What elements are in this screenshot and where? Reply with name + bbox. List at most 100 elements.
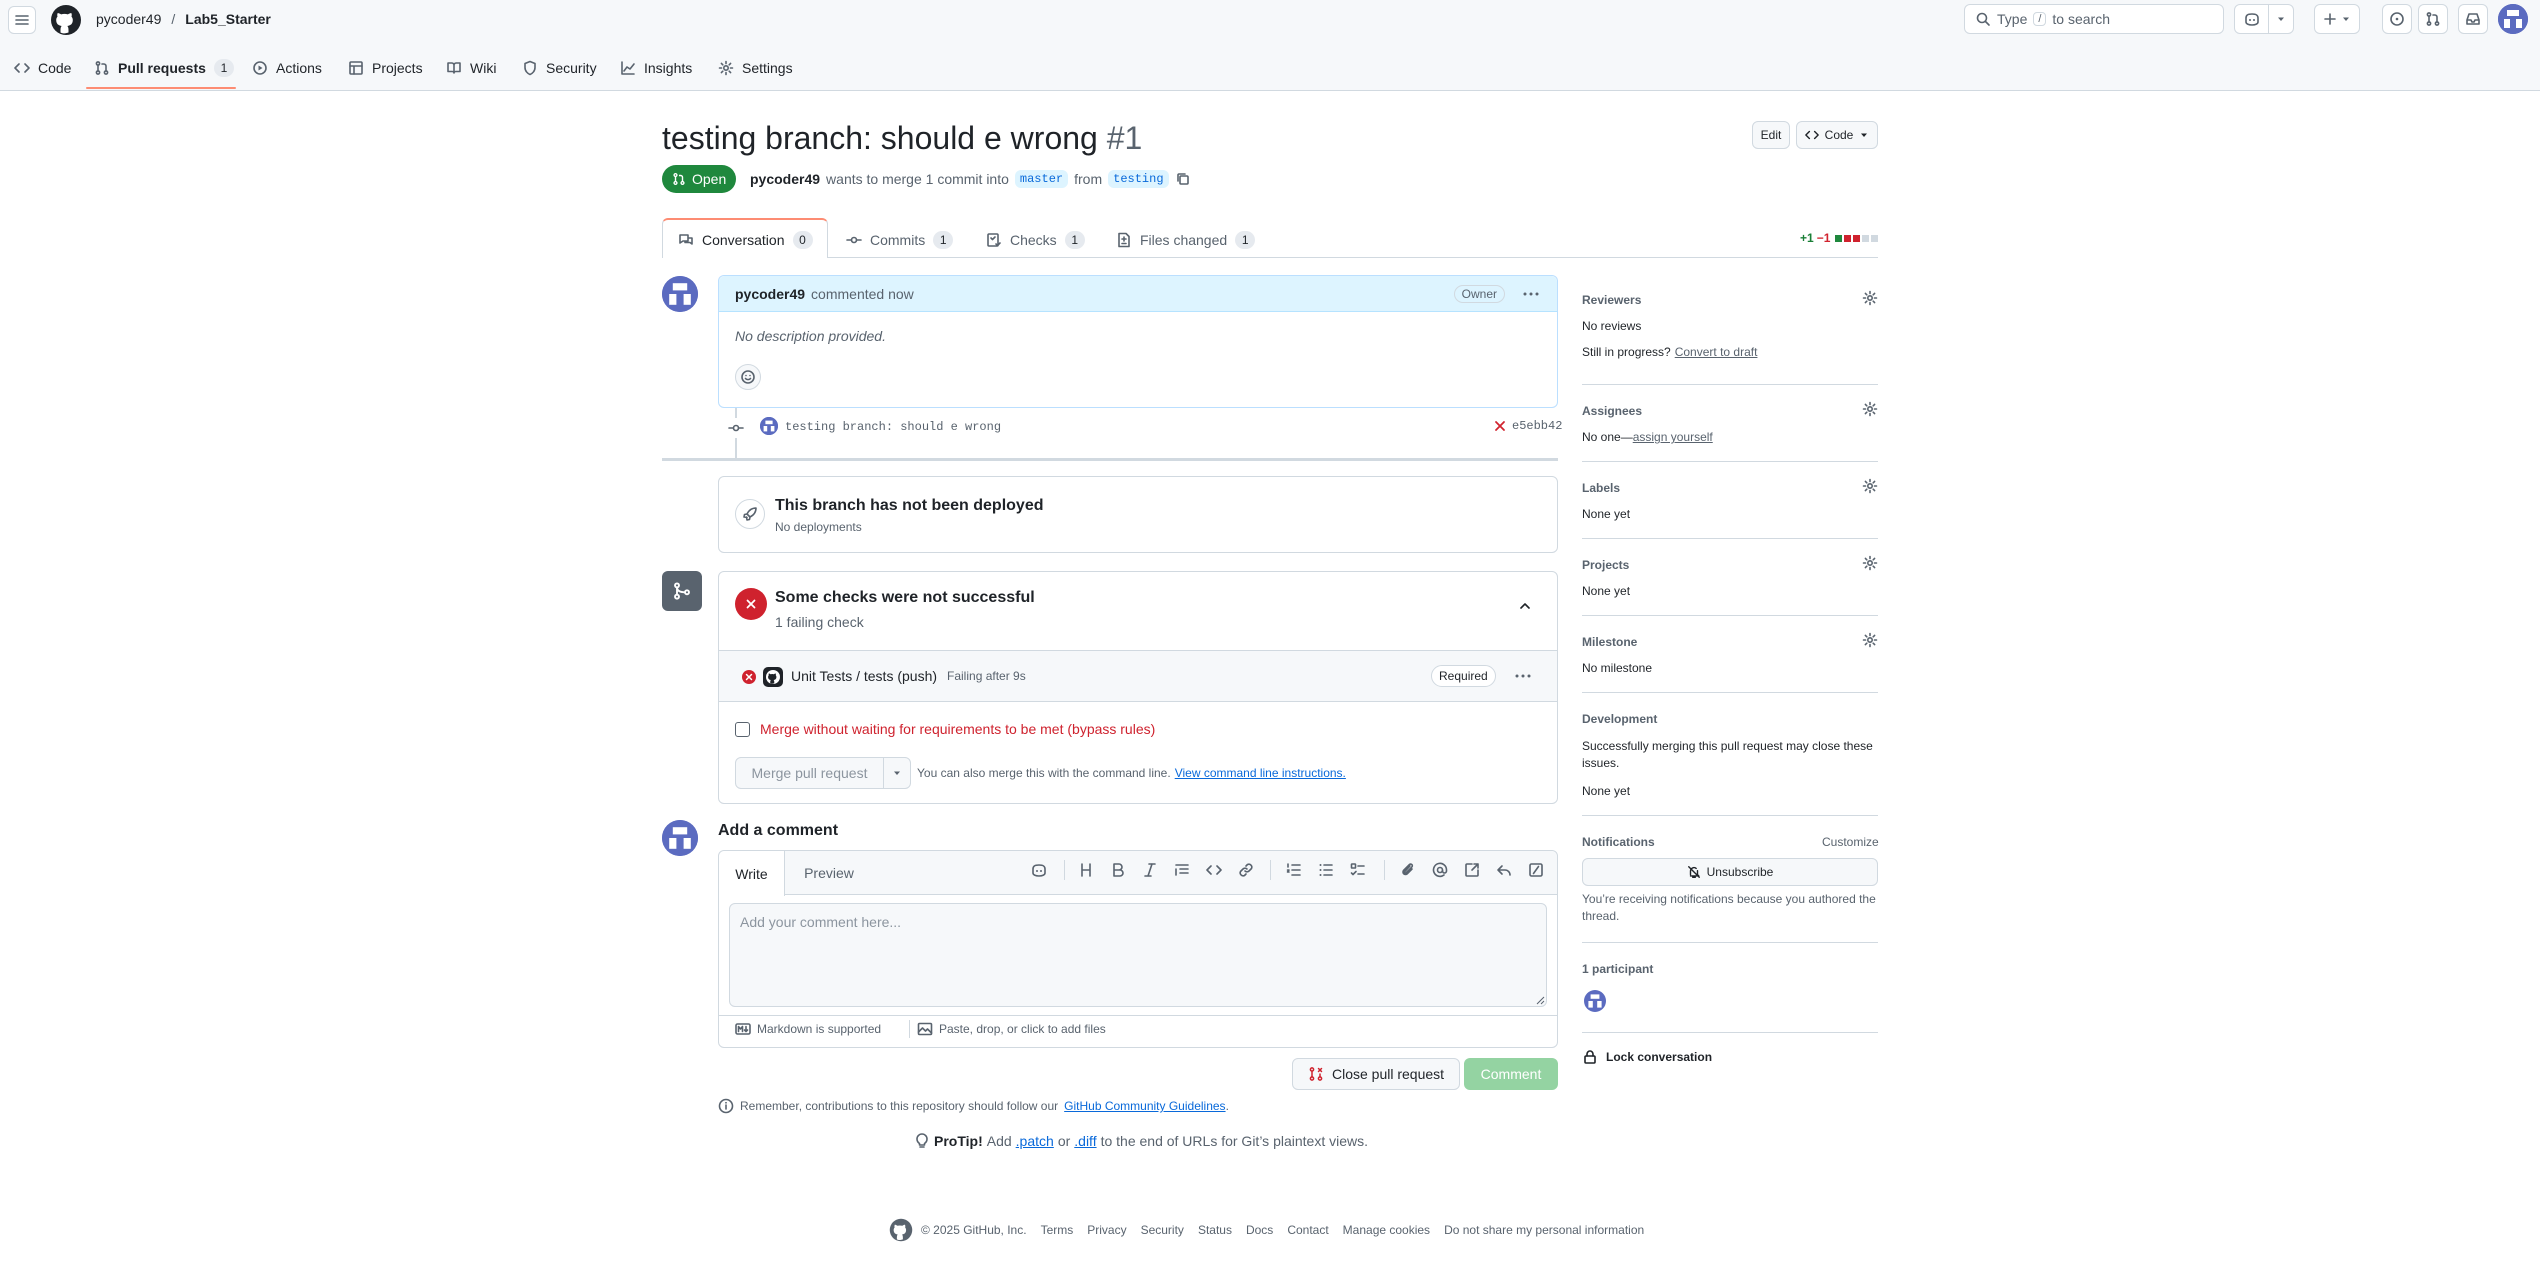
merge-pull-request-button[interactable]: Merge pull request <box>736 758 884 788</box>
edit-title-button[interactable]: Edit <box>1752 121 1790 149</box>
close-pull-request-button[interactable]: Close pull request <box>1292 1058 1460 1090</box>
diff-link[interactable]: .diff <box>1074 1133 1096 1149</box>
resize-handle-icon[interactable] <box>1533 993 1545 1005</box>
kebab-horizontal-icon[interactable] <box>1521 286 1541 302</box>
footer-link-security[interactable]: Security <box>1141 1223 1184 1237</box>
cross-reference-icon[interactable] <box>1464 862 1480 878</box>
gear-icon[interactable] <box>1862 290 1878 306</box>
unsubscribe-button[interactable]: Unsubscribe <box>1582 858 1878 886</box>
footer-link-terms[interactable]: Terms <box>1041 1223 1074 1237</box>
gear-icon[interactable] <box>1862 632 1878 648</box>
issues-button[interactable] <box>2382 4 2412 34</box>
tasklist-icon[interactable] <box>1350 862 1366 878</box>
create-new-button[interactable] <box>2314 4 2360 34</box>
footer-link-manage-cookies[interactable]: Manage cookies <box>1343 1223 1430 1237</box>
attach-files-button[interactable]: Paste, drop, or click to add files <box>917 1022 1106 1036</box>
assignees-heading[interactable]: Assignees <box>1582 404 1642 418</box>
commit-author-avatar[interactable] <box>760 417 778 435</box>
bold-icon[interactable] <box>1110 862 1126 878</box>
tab-commits[interactable]: Commits 1 <box>846 220 954 260</box>
merge-method-dropdown[interactable] <box>884 768 910 778</box>
assign-yourself-link[interactable]: assign yourself <box>1633 430 1713 444</box>
tab-conversation[interactable]: Conversation 0 <box>678 220 813 260</box>
community-guidelines-link[interactable]: GitHub Community Guidelines <box>1064 1099 1225 1113</box>
user-avatar[interactable] <box>2498 4 2528 34</box>
check-run-name[interactable]: Unit Tests / tests (push) <box>791 668 937 684</box>
comment-author[interactable]: pycoder49 <box>735 286 805 302</box>
lock-conversation-button[interactable]: Lock conversation <box>1582 1049 1712 1065</box>
italic-icon[interactable] <box>1142 862 1158 878</box>
nav-actions[interactable]: Actions <box>252 56 322 80</box>
link-icon[interactable] <box>1238 862 1254 878</box>
bypass-rules-checkbox[interactable] <box>735 721 750 737</box>
github-mark-icon[interactable] <box>889 1218 913 1242</box>
list-unordered-icon[interactable] <box>1318 862 1334 878</box>
nav-wiki[interactable]: Wiki <box>446 56 496 80</box>
head-branch-tag[interactable]: testing <box>1108 170 1169 188</box>
search-input[interactable]: Type / to search <box>1964 4 2224 34</box>
tab-preview[interactable]: Preview <box>785 851 873 895</box>
comment-textarea[interactable]: Add your comment here... <box>729 903 1547 1007</box>
tab-write[interactable]: Write <box>719 851 785 896</box>
nav-settings[interactable]: Settings <box>718 56 793 80</box>
add-reaction-button[interactable] <box>735 364 761 390</box>
commit-sha-link[interactable]: e5ebb42 <box>1512 419 1562 433</box>
mention-icon[interactable] <box>1432 862 1448 878</box>
reviewers-heading[interactable]: Reviewers <box>1582 293 1641 307</box>
nav-insights[interactable]: Insights <box>620 56 692 80</box>
milestone-heading[interactable]: Milestone <box>1582 635 1637 649</box>
cli-instructions-link[interactable]: View command line instructions. <box>1175 766 1346 780</box>
footer-link-do-not-share[interactable]: Do not share my personal information <box>1444 1223 1644 1237</box>
tab-files-changed[interactable]: Files changed 1 <box>1116 220 1256 260</box>
gear-icon[interactable] <box>1862 478 1878 494</box>
footer-link-docs[interactable]: Docs <box>1246 1223 1273 1237</box>
markdown-supported-link[interactable]: Markdown is supported <box>735 1022 881 1036</box>
bypass-rules-option[interactable]: Merge without waiting for requirements t… <box>735 721 1155 737</box>
nav-code[interactable]: Code <box>14 56 71 80</box>
copy-icon[interactable] <box>1175 171 1191 187</box>
code-dropdown-button[interactable]: Code <box>1796 121 1878 149</box>
nav-security[interactable]: Security <box>522 56 597 80</box>
breadcrumb-repo[interactable]: Lab5_Starter <box>185 11 271 27</box>
patch-link[interactable]: .patch <box>1016 1133 1054 1149</box>
kebab-horizontal-icon[interactable] <box>1513 668 1533 684</box>
quote-icon[interactable] <box>1174 862 1190 878</box>
commit-message-link[interactable]: testing branch: should e wrong <box>785 420 1001 434</box>
inbox-button[interactable] <box>2458 4 2488 34</box>
convert-to-draft-link[interactable]: Convert to draft <box>1675 345 1758 359</box>
footer-link-privacy[interactable]: Privacy <box>1087 1223 1126 1237</box>
heading-icon[interactable] <box>1078 862 1094 878</box>
tab-checks[interactable]: Checks 1 <box>986 220 1085 260</box>
customize-notifications-link[interactable]: Customize <box>1822 835 1879 849</box>
slash-command-icon[interactable] <box>1528 862 1544 878</box>
base-branch-tag[interactable]: master <box>1014 170 1069 188</box>
bypass-rules-label[interactable]: Merge without waiting for requirements t… <box>760 721 1155 737</box>
code-icon[interactable] <box>1206 862 1222 878</box>
gear-icon[interactable] <box>1862 555 1878 571</box>
copilot-dropdown[interactable] <box>2269 14 2293 24</box>
footer-link-status[interactable]: Status <box>1198 1223 1232 1237</box>
breadcrumb-owner[interactable]: pycoder49 <box>96 11 161 27</box>
avatar[interactable] <box>662 276 698 312</box>
pr-author-link[interactable]: pycoder49 <box>750 171 820 187</box>
copilot-button-group[interactable] <box>2234 4 2294 34</box>
copilot-icon[interactable] <box>1030 862 1048 878</box>
comment-timestamp[interactable]: commented now <box>811 286 914 302</box>
footer-link-contact[interactable]: Contact <box>1287 1223 1328 1237</box>
nav-pull-requests[interactable]: Pull requests 1 <box>94 56 234 80</box>
chevron-up-icon[interactable] <box>1517 598 1533 614</box>
comment-submit-button[interactable]: Comment <box>1464 1058 1558 1090</box>
github-logo[interactable] <box>50 4 82 36</box>
x-icon[interactable] <box>1494 420 1506 432</box>
hamburger-menu-button[interactable] <box>8 6 36 34</box>
gear-icon[interactable] <box>1862 401 1878 417</box>
reply-icon[interactable] <box>1496 862 1512 878</box>
pull-requests-button[interactable] <box>2418 4 2448 34</box>
paperclip-icon[interactable] <box>1400 862 1416 878</box>
list-ordered-icon[interactable] <box>1286 862 1302 878</box>
copilot-button[interactable] <box>2235 5 2269 33</box>
projects-heading[interactable]: Projects <box>1582 558 1629 572</box>
nav-projects[interactable]: Projects <box>348 56 423 80</box>
participant-avatar[interactable] <box>1584 990 1606 1012</box>
avatar[interactable] <box>662 820 698 856</box>
